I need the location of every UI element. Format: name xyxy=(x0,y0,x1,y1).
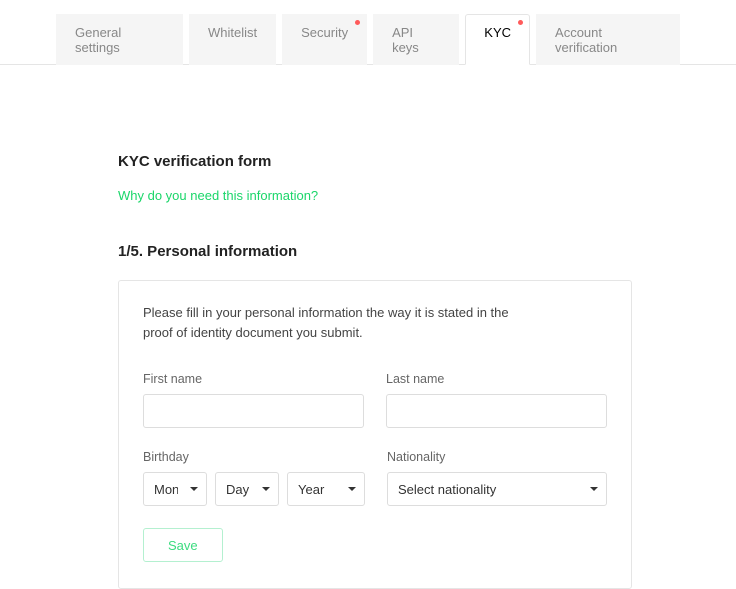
birthday-year-select[interactable]: Year xyxy=(287,472,365,506)
section-title: 1/5. Personal information xyxy=(118,243,676,260)
tab-account-verification[interactable]: Account verification xyxy=(536,14,680,65)
row-birthday-nationality: Birthday Month Day xyxy=(143,450,607,506)
tab-label: API keys xyxy=(392,25,419,55)
info-link[interactable]: Why do you need this information? xyxy=(118,188,318,203)
page-title: KYC verification form xyxy=(118,153,676,170)
birthday-selects: Month Day Year xyxy=(143,472,365,506)
field-last-name: Last name xyxy=(386,372,607,428)
tab-label: Security xyxy=(301,25,348,40)
last-name-input[interactable] xyxy=(386,394,607,428)
content: KYC verification form Why do you need th… xyxy=(0,65,736,589)
notification-dot-icon xyxy=(355,20,360,25)
tab-label: General settings xyxy=(75,25,121,55)
tab-kyc[interactable]: KYC xyxy=(465,14,530,65)
tab-general-settings[interactable]: General settings xyxy=(56,14,183,65)
tab-label: Whitelist xyxy=(208,25,257,40)
field-birthday: Birthday Month Day xyxy=(143,450,365,506)
nationality-select[interactable]: Select nationality xyxy=(387,472,607,506)
notification-dot-icon xyxy=(518,20,523,25)
birthday-day-select[interactable]: Day xyxy=(215,472,279,506)
tabs-bar: General settings Whitelist Security API … xyxy=(0,0,736,65)
row-name: First name Last name xyxy=(143,372,607,428)
form-card: Please fill in your personal information… xyxy=(118,280,632,589)
tab-label: Account verification xyxy=(555,25,617,55)
tab-security[interactable]: Security xyxy=(282,14,367,65)
tab-whitelist[interactable]: Whitelist xyxy=(189,14,276,65)
birthday-label: Birthday xyxy=(143,450,365,464)
birthday-month-select[interactable]: Month xyxy=(143,472,207,506)
first-name-input[interactable] xyxy=(143,394,364,428)
field-first-name: First name xyxy=(143,372,364,428)
last-name-label: Last name xyxy=(386,372,607,386)
nationality-label: Nationality xyxy=(387,450,607,464)
tab-api-keys[interactable]: API keys xyxy=(373,14,459,65)
field-nationality: Nationality Select nationality xyxy=(387,450,607,506)
save-button[interactable]: Save xyxy=(143,528,223,562)
form-instruction: Please fill in your personal information… xyxy=(143,303,513,342)
first-name-label: First name xyxy=(143,372,364,386)
tab-label: KYC xyxy=(484,25,511,40)
